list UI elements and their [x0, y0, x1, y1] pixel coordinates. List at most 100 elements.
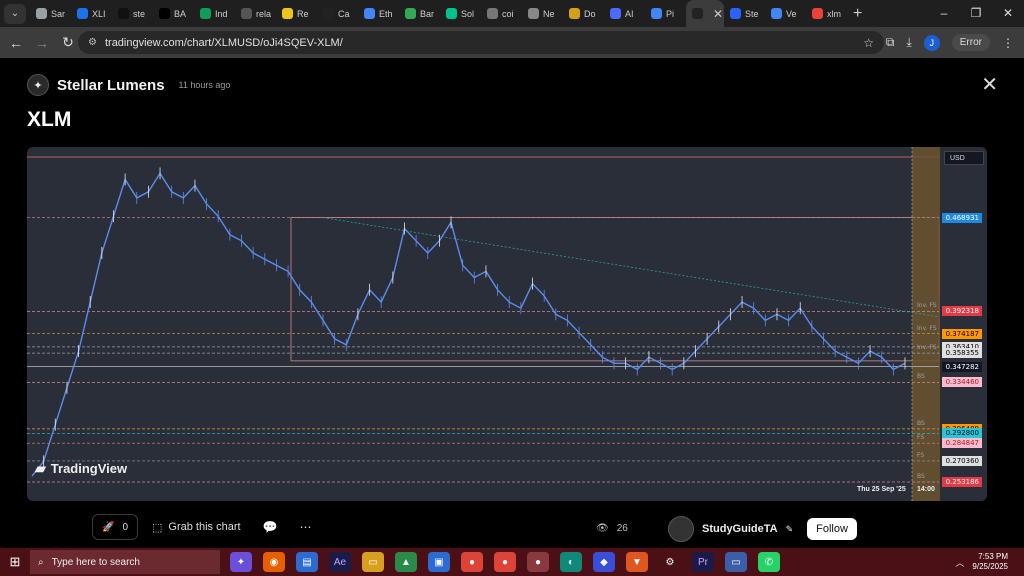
chrome-profile-icon[interactable]: ● [494, 552, 516, 572]
tab-favicon-icon [159, 8, 170, 19]
back-arrow-icon[interactable]: ← [4, 35, 28, 51]
download-icon[interactable]: ⤓ [906, 35, 911, 50]
comment-icon[interactable]: 💬 [263, 520, 278, 534]
taskbar-clock[interactable]: 7:53 PM 9/25/2025 [972, 552, 1008, 572]
reload-icon[interactable]: ↻ [56, 34, 80, 51]
chart-area[interactable]: USD 0.468931 0.392318 Inv. FS 0.374187 Inv. … [27, 147, 987, 501]
drive-icon[interactable]: ▲ [395, 552, 417, 572]
windows-start-icon[interactable]: ⊞ [0, 554, 30, 570]
level-tag: Inv. FS [917, 302, 937, 310]
photos-icon[interactable]: ▣ [428, 552, 450, 572]
browser-tab[interactable]: coi [481, 0, 522, 27]
tab-label: Do [584, 8, 596, 19]
vpn-icon[interactable]: ◆ [593, 552, 615, 572]
tab-favicon-icon [364, 8, 375, 19]
currency-label[interactable]: USD [944, 151, 984, 165]
grab-chart-button[interactable]: ⬚ Grab this chart [152, 521, 241, 534]
tab-close-icon[interactable]: ✕ [713, 7, 723, 21]
profile-avatar[interactable]: J [923, 34, 940, 51]
browser-tab[interactable]: ✕ [686, 0, 724, 27]
tab-favicon-icon [528, 8, 539, 19]
site-info-icon[interactable]: ⚙ [88, 37, 97, 48]
settings-icon[interactable]: ⚙ [659, 552, 681, 572]
bookmark-star-icon[interactable]: ☆ [863, 36, 874, 50]
symbol-title: XLM [27, 108, 72, 131]
tab-label: rela [256, 8, 272, 19]
copilot-icon[interactable]: ✦ [230, 552, 252, 572]
address-bar[interactable]: ⚙ tradingview.com/chart/XLMUSD/oJi4SQEV-… [78, 31, 884, 54]
chrome-active-icon[interactable]: ● [527, 552, 549, 572]
close-window-button[interactable]: ✕ [992, 0, 1024, 27]
browser-tab[interactable]: Ca [317, 0, 358, 27]
boost-button[interactable]: 🚀 0 [92, 514, 138, 540]
browser-tab[interactable]: XLI [71, 0, 112, 27]
restore-button[interactable]: ❐ [960, 0, 992, 27]
screen-app-icon[interactable]: ▭ [725, 552, 747, 572]
premiere-icon[interactable]: Pr [692, 552, 714, 572]
window-controls: – ❐ ✕ [928, 0, 1024, 27]
browser-tab[interactable]: ste [112, 0, 153, 27]
whatsapp-icon[interactable]: ✆ [758, 552, 780, 572]
browser-tab[interactable]: BA [153, 0, 194, 27]
browser-tab[interactable]: Bar [399, 0, 440, 27]
crosshair-time-label-2: 14:00 [917, 486, 935, 493]
author-block: StudyGuideTA ✎ Follow [668, 516, 857, 542]
browser-tab[interactable]: rela [235, 0, 276, 27]
tab-favicon-icon [405, 8, 416, 19]
chart-icon: ⬚ [152, 521, 163, 534]
edge-icon[interactable]: ◐ [560, 552, 582, 572]
grab-chart-label: Grab this chart [168, 521, 241, 533]
forward-arrow-icon[interactable]: → [30, 35, 54, 51]
browser-tab[interactable]: xlm [806, 0, 847, 27]
page-content: ✦ Stellar Lumens 11 hours ago XLM ✕ USD … [0, 58, 1024, 548]
tab-label: XLI [92, 8, 106, 19]
tray-chevron-icon[interactable]: ︿ [955, 556, 964, 569]
browser-tab[interactable]: Ve [765, 0, 806, 27]
browser-tab[interactable]: Sar [30, 0, 71, 27]
tab-label: Ca [338, 8, 350, 19]
notepad-icon[interactable]: ▤ [296, 552, 318, 572]
after-effects-icon[interactable]: Ae [329, 552, 351, 572]
chrome-icon[interactable]: ● [461, 552, 483, 572]
url-text[interactable]: tradingview.com/chart/XLMUSD/oJi4SQEV-XL… [105, 37, 343, 49]
browser-tab[interactable]: Ind [194, 0, 235, 27]
more-options-icon[interactable]: ⋯ [300, 520, 312, 534]
error-badge[interactable]: Error [951, 34, 990, 51]
firefox-icon[interactable]: ◉ [263, 552, 285, 572]
browser-tab[interactable]: Re [276, 0, 317, 27]
follow-button[interactable]: Follow [807, 518, 857, 540]
tab-label: xlm [827, 8, 841, 19]
author-avatar[interactable] [668, 516, 694, 542]
tab-search-button[interactable]: ⌄ [4, 3, 26, 24]
browser-tab[interactable]: Sol [440, 0, 481, 27]
menu-kebab-icon[interactable]: ⋮ [1002, 36, 1014, 50]
level-tag: FS [917, 451, 925, 459]
price-scale-label: 0.334460 [942, 377, 982, 388]
brave-icon[interactable]: ▼ [626, 552, 648, 572]
browser-tab[interactable]: Pi [645, 0, 686, 27]
clock-date: 9/25/2025 [972, 562, 1008, 571]
tradingview-logo-icon: ▰ [35, 460, 46, 476]
price-chart[interactable] [27, 147, 987, 501]
taskbar-search[interactable]: ⌕ Type here to search [30, 550, 220, 574]
extensions-icon[interactable]: ⧉ [886, 35, 895, 50]
browser-tab[interactable]: Ne [522, 0, 563, 27]
browser-tab[interactable]: AI [604, 0, 645, 27]
level-tag: Inv. FS [917, 324, 937, 332]
author-name[interactable]: StudyGuideTA [702, 523, 778, 535]
browser-tab[interactable]: Ste [724, 0, 765, 27]
close-icon[interactable]: ✕ [981, 72, 998, 97]
price-scale-label: 0.347282 [942, 361, 982, 372]
publish-time: 11 hours ago [178, 80, 231, 90]
price-scale-label: 0.468931 [942, 212, 982, 223]
browser-tab[interactable]: Do [563, 0, 604, 27]
minimize-button[interactable]: – [928, 0, 960, 27]
tab-label: Eth [379, 8, 393, 19]
tab-favicon-icon [487, 8, 498, 19]
rocket-icon: 🚀 [101, 521, 115, 533]
new-tab-button[interactable]: + [853, 5, 862, 23]
taskbar-apps: ✦ ◉ ▤ Ae ▭ ▲ ▣ ● ● ● ◐ ◆ ▼ ⚙ Pr ▭ ✆ [230, 552, 780, 572]
system-tray: ︿ 7:53 PM 9/25/2025 [955, 548, 1008, 576]
browser-tab[interactable]: Eth [358, 0, 399, 27]
file-explorer-icon[interactable]: ▭ [362, 552, 384, 572]
